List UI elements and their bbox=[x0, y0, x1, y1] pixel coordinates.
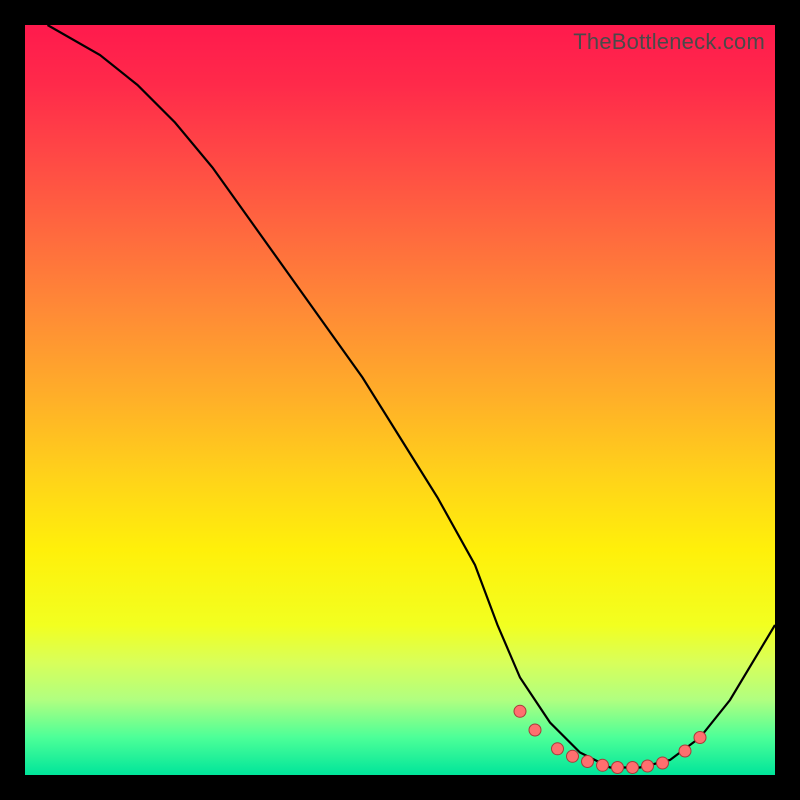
marker-dot bbox=[529, 724, 541, 736]
marker-dot bbox=[694, 732, 706, 744]
marker-dot bbox=[597, 759, 609, 771]
marker-group bbox=[514, 705, 706, 773]
marker-dot bbox=[657, 757, 669, 769]
chart-frame: TheBottleneck.com bbox=[0, 0, 800, 800]
plot-area: TheBottleneck.com bbox=[25, 25, 775, 775]
marker-dot bbox=[679, 745, 691, 757]
marker-dot bbox=[642, 760, 654, 772]
marker-dot bbox=[567, 750, 579, 762]
marker-dot bbox=[612, 762, 624, 774]
bottleneck-curve bbox=[48, 25, 776, 768]
marker-dot bbox=[514, 705, 526, 717]
chart-overlay bbox=[25, 25, 775, 775]
marker-dot bbox=[552, 743, 564, 755]
marker-dot bbox=[627, 762, 639, 774]
marker-dot bbox=[582, 756, 594, 768]
